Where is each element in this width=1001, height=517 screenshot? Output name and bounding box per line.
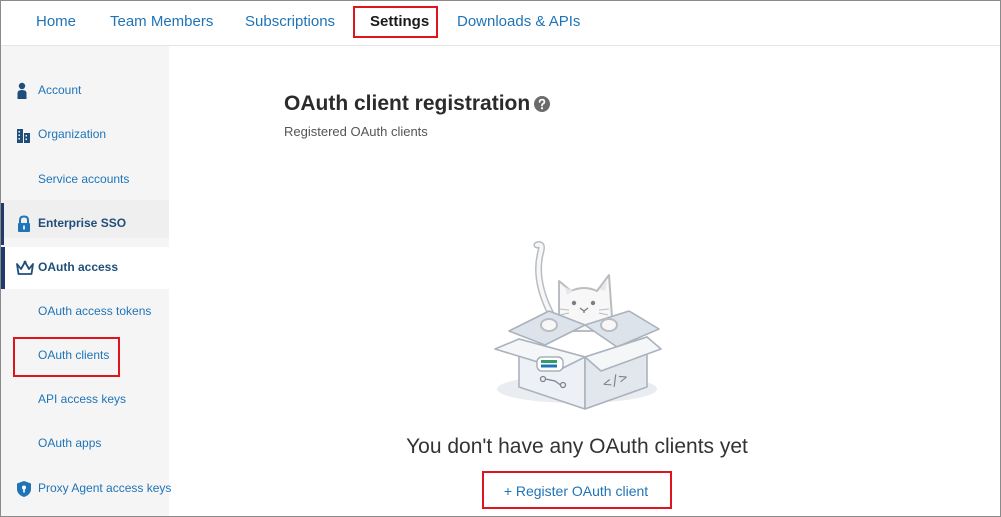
help-icon[interactable]	[534, 96, 550, 112]
sidebar-item-service-accounts[interactable]: Service accounts	[1, 159, 169, 201]
sidebar-item-label: OAuth access	[38, 260, 119, 274]
person-icon	[17, 82, 27, 99]
page-title: OAuth client registration	[284, 92, 531, 115]
building-icon	[17, 129, 30, 143]
page-subtitle: Registered OAuth clients	[284, 124, 428, 139]
tab-home[interactable]: Home	[36, 13, 76, 30]
sidebar-item-oauth-access-tokens[interactable]: OAuth access tokens	[1, 291, 169, 333]
sidebar-item-api-access-keys[interactable]: API access keys	[1, 379, 169, 421]
selected-indicator	[1, 247, 5, 289]
sidebar-item-organization[interactable]: Organization	[1, 114, 169, 156]
sidebar-item-label: Service accounts	[38, 172, 130, 186]
section-indicator	[1, 203, 4, 245]
empty-state-text: You don't have any OAuth clients yet	[406, 435, 748, 458]
sidebar-item-label: Organization	[38, 127, 107, 141]
oauth-clients-highlight	[13, 337, 120, 377]
sidebar-item-label: Account	[38, 83, 82, 97]
sidebar-item-oauth-access[interactable]: OAuth access	[1, 247, 169, 289]
top-nav: Home Team Members Subscriptions Settings…	[1, 1, 1000, 46]
sidebar-item-label: Enterprise SSO	[38, 216, 127, 230]
sidebar-item-label: Proxy Agent access keys	[38, 481, 172, 495]
shield-icon	[17, 481, 31, 497]
sidebar-item-label: OAuth access tokens	[38, 304, 152, 318]
register-button-highlight	[482, 471, 672, 509]
cat-in-box-illustration: </>	[494, 241, 662, 410]
sidebar-item-proxy-agent-access-keys[interactable]: Proxy Agent access keys	[1, 468, 172, 510]
sidebar-item-label: API access keys	[38, 392, 127, 406]
crown-icon	[16, 260, 34, 275]
lock-icon	[18, 215, 30, 232]
sidebar-item-enterprise-sso[interactable]: Enterprise SSO	[1, 203, 169, 245]
settings-tab-highlight	[353, 6, 438, 38]
empty-state-message: You don't have any OAuth clients yet	[1, 435, 1000, 459]
tab-team-members[interactable]: Team Members	[110, 13, 213, 30]
tab-subscriptions[interactable]: Subscriptions	[245, 13, 335, 30]
app-window: Home Team Members Subscriptions Settings…	[0, 0, 1001, 517]
tab-downloads-apis[interactable]: Downloads & APIs	[457, 13, 580, 30]
sidebar-item-account[interactable]: Account	[1, 70, 169, 112]
